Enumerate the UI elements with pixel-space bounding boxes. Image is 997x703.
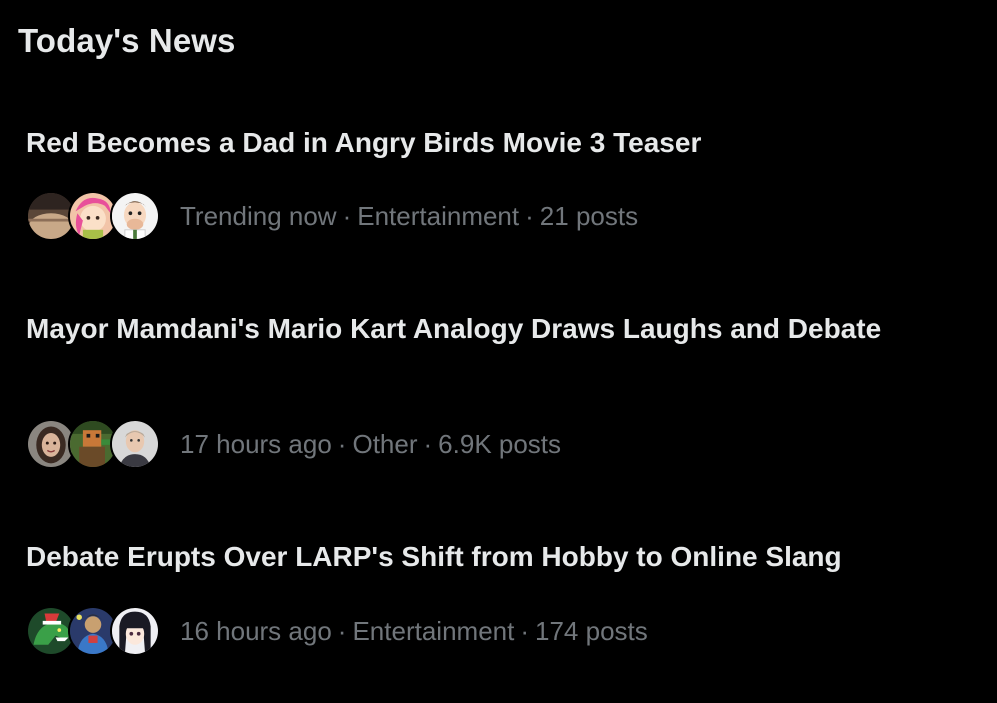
news-meta-text: 17 hours ago · Other · 6.9K posts xyxy=(180,429,561,460)
avatar-stack xyxy=(26,604,160,658)
news-post-count: 174 posts xyxy=(535,615,648,646)
news-category: Entertainment xyxy=(357,200,520,231)
news-meta-text: Trending now · Entertainment · 21 posts xyxy=(180,201,638,232)
meta-separator: · xyxy=(520,615,530,646)
news-time: 16 hours ago xyxy=(180,615,332,646)
man-photo-avatar-image xyxy=(112,421,158,467)
news-category: Entertainment xyxy=(352,615,515,646)
news-item[interactable]: Mayor Mamdani's Mario Kart Analogy Draws… xyxy=(0,260,997,500)
avatar-stack xyxy=(26,417,160,471)
avatar xyxy=(110,419,160,469)
news-item[interactable]: Debate Erupts Over LARP's Shift from Hob… xyxy=(0,500,997,703)
news-post-count: 6.9K posts xyxy=(438,428,562,459)
avatar xyxy=(110,191,160,241)
news-meta-row: Trending now · Entertainment · 21 posts xyxy=(26,189,638,243)
news-meta-text: 16 hours ago · Entertainment · 174 posts xyxy=(180,616,648,647)
meta-separator: · xyxy=(342,200,352,231)
avatar-stack xyxy=(26,189,160,243)
news-meta-row: 17 hours ago · Other · 6.9K posts xyxy=(26,417,561,471)
cartoon-man-avatar-image xyxy=(112,193,158,239)
news-headline[interactable]: Mayor Mamdani's Mario Kart Analogy Draws… xyxy=(26,308,926,349)
avatar xyxy=(110,606,160,656)
todays-news-panel: Today's News Red Becomes a Dad in Angry … xyxy=(0,0,997,703)
news-headline[interactable]: Red Becomes a Dad in Angry Birds Movie 3… xyxy=(26,122,926,163)
meta-separator: · xyxy=(525,200,534,231)
news-category: Other xyxy=(352,428,418,459)
news-item[interactable]: Red Becomes a Dad in Angry Birds Movie 3… xyxy=(0,0,997,260)
anime-girl-avatar-image xyxy=(112,608,158,654)
news-meta-row: 16 hours ago · Entertainment · 174 posts xyxy=(26,604,648,658)
news-time: Trending now xyxy=(180,200,337,231)
meta-separator: · xyxy=(337,615,347,646)
meta-separator: · xyxy=(423,428,433,459)
news-time: 17 hours ago xyxy=(180,428,332,459)
meta-separator: · xyxy=(337,428,347,459)
news-headline[interactable]: Debate Erupts Over LARP's Shift from Hob… xyxy=(26,536,926,577)
news-post-count: 21 posts xyxy=(539,200,639,231)
